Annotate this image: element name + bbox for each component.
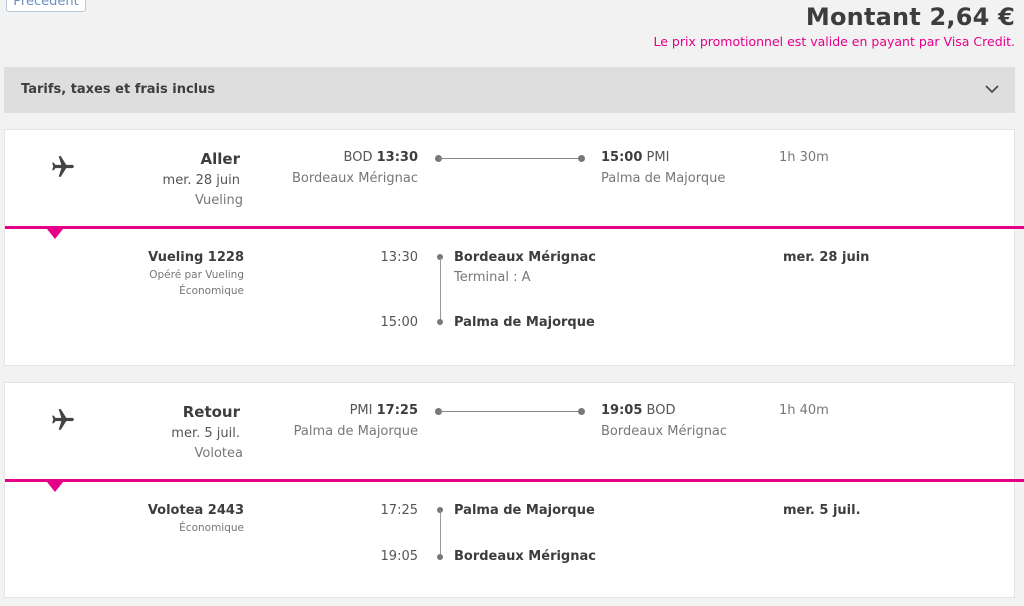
fees-accordion[interactable]: Tarifs, taxes et frais inclus [4, 67, 1015, 113]
segment-divider [5, 479, 1024, 482]
cabin-class: Économique [179, 522, 244, 534]
flight-number: Vueling 1228 [148, 250, 244, 265]
route-line [439, 411, 581, 412]
return-flight-card[interactable]: Retour mer. 5 juil. Volotea PMI 17:25 Pa… [4, 382, 1024, 598]
departure-code: BOD [343, 150, 373, 165]
arrival-time: 19:05 BOD [601, 403, 675, 418]
route-end-dot [578, 408, 585, 415]
segment-departure-time: 17:25 [380, 503, 418, 518]
airplane-icon [52, 156, 74, 177]
segment-departure-airport: Bordeaux Mérignac [454, 250, 596, 265]
airplane-icon [52, 409, 74, 430]
fees-accordion-label: Tarifs, taxes et frais inclus [21, 82, 216, 97]
divider-notch [47, 229, 63, 239]
arrival-hour: 19:05 [601, 403, 643, 418]
outbound-flight-card[interactable]: Aller mer. 28 juin Vueling BOD 13:30 Bor… [4, 129, 1024, 366]
arrival-city: Palma de Majorque [601, 171, 726, 186]
segment-end-dot [437, 319, 443, 325]
segment-divider [5, 226, 1024, 229]
direction-label: Aller [200, 150, 240, 168]
route-line [439, 158, 581, 159]
chevron-down-icon[interactable] [985, 85, 999, 94]
previous-button[interactable]: Précédent [6, 0, 86, 12]
arrival-code: PMI [646, 150, 670, 165]
departure-code: PMI [349, 403, 373, 418]
cabin-class: Économique [179, 285, 244, 297]
segment-departure-airport: Palma de Majorque [454, 503, 595, 518]
segment-arrival-airport: Palma de Majorque [454, 315, 595, 330]
flight-number: Volotea 2443 [147, 503, 244, 518]
flight-date: mer. 28 juin [162, 173, 240, 188]
segment-arrival-time: 15:00 [380, 315, 418, 330]
segment-line [440, 258, 441, 320]
departure-city: Palma de Majorque [293, 424, 418, 439]
flight-duration: 1h 40m [779, 403, 829, 418]
departure-hour: 13:30 [376, 150, 418, 165]
arrival-time: 15:00 PMI [601, 150, 669, 165]
operated-by: Opéré par Vueling [149, 269, 244, 281]
departure-hour: 17:25 [376, 403, 418, 418]
airline-name: Volotea [194, 446, 243, 461]
segment-date: mer. 28 juin [783, 250, 870, 265]
arrival-hour: 15:00 [601, 150, 643, 165]
departure-time: BOD 13:30 [344, 150, 418, 165]
arrival-city: Bordeaux Mérignac [601, 424, 728, 439]
flight-date: mer. 5 juil. [171, 426, 240, 441]
segment-end-dot [437, 554, 443, 560]
total-amount: Montant 2,64 € [805, 3, 1015, 31]
segment-departure-time: 13:30 [380, 250, 418, 265]
promo-notice: Le prix promotionnel est valide en payan… [653, 34, 1015, 49]
route-end-dot [578, 155, 585, 162]
airline-name: Vueling [195, 193, 243, 208]
flight-duration: 1h 30m [779, 150, 829, 165]
direction-label: Retour [182, 403, 240, 421]
departure-terminal: Terminal : A [454, 270, 531, 285]
departure-time: PMI 17:25 [350, 403, 418, 418]
segment-arrival-time: 19:05 [380, 549, 418, 564]
segment-date: mer. 5 juil. [783, 503, 861, 518]
departure-city: Bordeaux Mérignac [291, 171, 418, 186]
arrival-code: BOD [646, 403, 676, 418]
segment-line [440, 511, 441, 557]
divider-notch [47, 482, 63, 492]
segment-arrival-airport: Bordeaux Mérignac [454, 549, 596, 564]
